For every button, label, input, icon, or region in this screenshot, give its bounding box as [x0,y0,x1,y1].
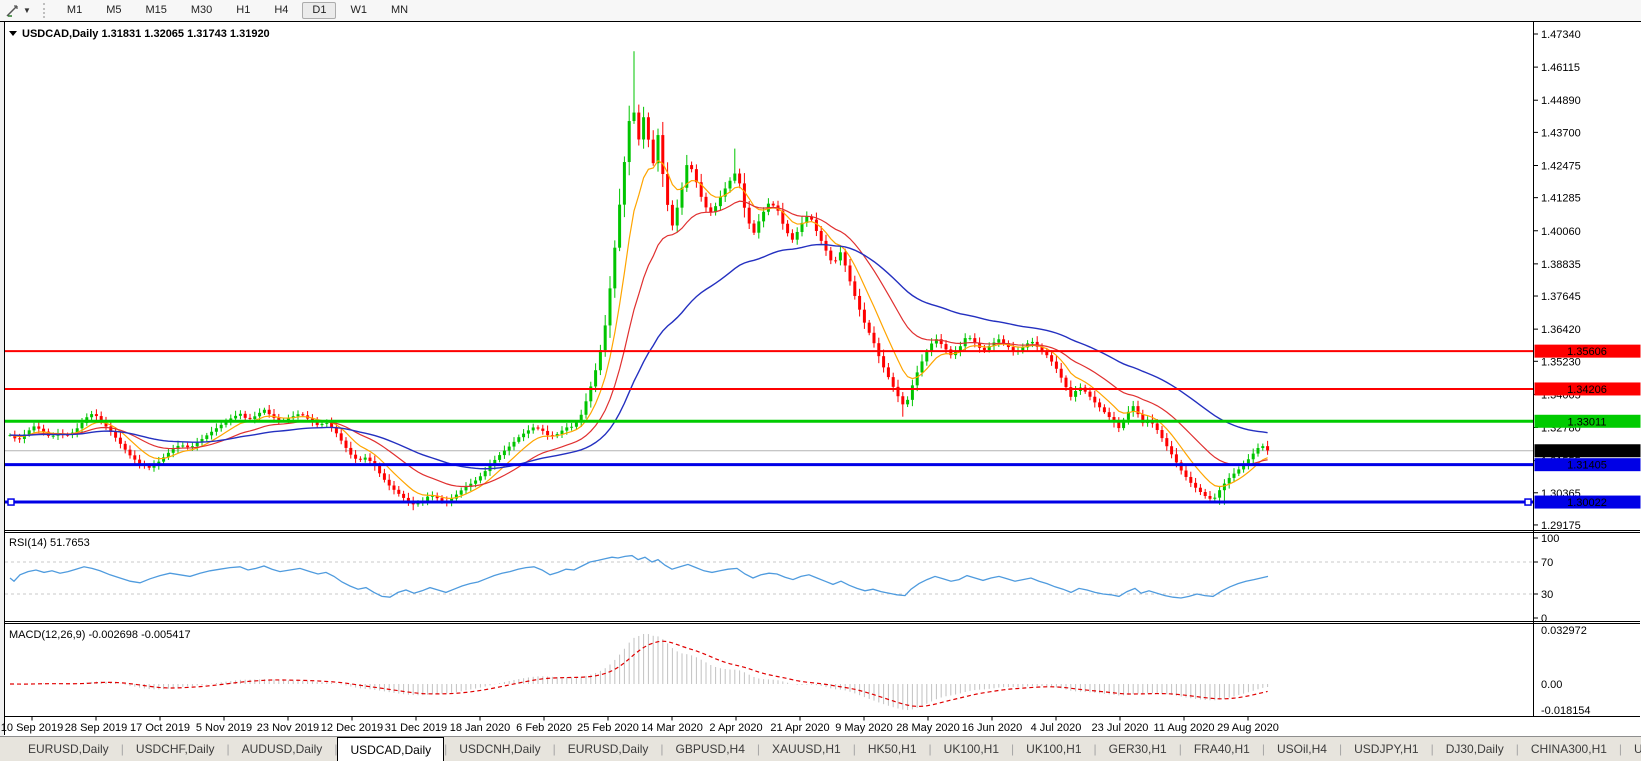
svg-text:100: 100 [1541,533,1559,545]
current-price-badge: 1.31920 [1534,444,1641,458]
svg-text:70: 70 [1541,557,1553,569]
mt4-window: ▼ M1 M5 M15 M30 H1 H4 D1 W1 MN 1.47340 1.46115 1.4… [0,0,1641,761]
timeframe-button-H4[interactable]: H4 [264,2,298,19]
svg-text:1.41285: 1.41285 [1541,193,1581,205]
line-studies-icon [6,4,18,17]
svg-text:1.46115: 1.46115 [1541,62,1580,74]
svg-text:1.36420: 1.36420 [1541,324,1581,336]
svg-text:1.29175: 1.29175 [1541,520,1581,532]
chart-tab-UK100-H1[interactable]: UK100,H1 [1014,737,1093,761]
svg-text:18 Jan 2020: 18 Jan 2020 [450,722,511,734]
timeframe-button-W1[interactable]: W1 [340,2,377,19]
chart-tab-USDJPY-H1[interactable]: USDJPY,H1 [1342,737,1430,761]
chart-tab-USDCAD-Daily[interactable]: USDCAD,Daily [337,737,445,761]
toolbar-grip [42,3,48,18]
svg-text:6 Feb 2020: 6 Feb 2020 [516,722,572,734]
svg-text:1.35606: 1.35606 [1567,346,1607,358]
svg-text:1.34206: 1.34206 [1567,384,1607,396]
svg-text:28 Sep 2019: 28 Sep 2019 [65,722,127,734]
chart-tab-FRA40-H1[interactable]: FRA40,H1 [1182,737,1262,761]
chart-canvas[interactable]: 1.47340 1.46115 1.44890 1.43700 1.42475 1.412… [0,21,1641,736]
timeframe-button-group: M1 M5 M15 M30 H1 H4 D1 W1 MN [55,2,420,19]
svg-text:0: 0 [1541,613,1547,625]
chart-tab-GER30-H1[interactable]: GER30,H1 [1097,737,1179,761]
chart-tab-bar: EURUSD,Daily | USDCHF,Daily | AUDUSD,Daily | U… [0,736,1641,761]
timeframe-button-MN[interactable]: MN [381,2,418,19]
svg-text:1.33011: 1.33011 [1568,416,1607,428]
timeframe-button-M5[interactable]: M5 [96,2,131,19]
svg-text:14 Mar 2020: 14 Mar 2020 [641,722,703,734]
svg-text:16 Jun 2020: 16 Jun 2020 [962,722,1023,734]
chart-tab-XAUUSD-H1[interactable]: XAUUSD,H1 [760,737,853,761]
svg-text:5 Nov 2019: 5 Nov 2019 [196,722,252,734]
svg-text:1.44890: 1.44890 [1541,95,1581,107]
svg-text:9 May 2020: 9 May 2020 [835,722,892,734]
svg-text:1.43700: 1.43700 [1541,127,1581,139]
svg-text:1.30022: 1.30022 [1567,497,1607,509]
price-badge-1.34206: 1.34206 [1534,382,1641,396]
hline-handle-left[interactable] [7,498,15,506]
symbol-ohlc-readout: USDCAD,Daily 1.31831 1.32065 1.31743 1.3… [22,28,270,40]
svg-text:1.47340: 1.47340 [1541,29,1581,41]
toolbar: ▼ M1 M5 M15 M30 H1 H4 D1 W1 MN [0,0,1641,21]
svg-text:0.032972: 0.032972 [1541,625,1587,637]
svg-text:1.37645: 1.37645 [1541,291,1581,303]
chart-tab-EURUSD-Daily[interactable]: EURUSD,Daily [556,737,661,761]
price-badge-1.33011: 1.33011 [1534,414,1641,428]
svg-text:23 Nov 2019: 23 Nov 2019 [257,722,319,734]
svg-text:28 May 2020: 28 May 2020 [896,722,960,734]
chart-tab-AUDUSD-Daily[interactable]: AUDUSD,Daily [230,737,335,761]
svg-text:17 Oct 2019: 17 Oct 2019 [130,722,190,734]
chart-tab-EURUSD-Daily[interactable]: EURUSD,Daily [16,737,121,761]
svg-text:-0.018154: -0.018154 [1541,705,1591,717]
chart-tab-USDCHF-Daily[interactable]: USDCHF,Daily [124,737,227,761]
chart-area: 1.47340 1.46115 1.44890 1.43700 1.42475 1.412… [0,21,1641,736]
chart-tab-CHINA300-H1[interactable]: CHINA300,H1 [1519,737,1619,761]
svg-text:10 Sep 2019: 10 Sep 2019 [1,722,63,734]
svg-text:1.38835: 1.38835 [1541,259,1581,271]
price-badge-1.35606: 1.35606 [1534,344,1641,358]
hline-handle-right[interactable] [1524,498,1532,506]
line-studies-tool-button[interactable]: ▼ [2,1,34,20]
chart-background [0,21,1641,736]
timeframe-button-M1[interactable]: M1 [57,2,92,19]
macd-indicator-label: MACD(12,26,9) -0.002698 -0.005417 [9,629,191,641]
svg-text:1.40060: 1.40060 [1541,226,1581,238]
svg-text:21 Apr 2020: 21 Apr 2020 [770,722,829,734]
svg-text:29 Aug 2020: 29 Aug 2020 [1217,722,1279,734]
timeframe-button-M15[interactable]: M15 [135,2,176,19]
svg-text:1.31405: 1.31405 [1567,460,1607,472]
svg-text:23 Jul 2020: 23 Jul 2020 [1092,722,1149,734]
chart-tab-GBPUSD-H4[interactable]: GBPUSD,H4 [664,737,757,761]
svg-text:4 Jul 2020: 4 Jul 2020 [1031,722,1082,734]
price-badge-1.30022: 1.30022 [1534,495,1641,509]
svg-text:1.42475: 1.42475 [1541,160,1581,172]
svg-text:12 Dec 2019: 12 Dec 2019 [321,722,383,734]
dropdown-caret-icon: ▼ [23,5,31,15]
chart-tab-UK100-H1[interactable]: UK100,H1 [932,737,1011,761]
chart-tab-DJ30-Daily[interactable]: DJ30,Daily [1434,737,1516,761]
chart-tab-HK50-H1[interactable]: HK50,H1 [856,737,929,761]
chart-tab-USOil-H4[interactable]: USOil,H4 [1265,737,1339,761]
rsi-indicator-label: RSI(14) 51.7653 [9,537,90,549]
svg-text:2 Apr 2020: 2 Apr 2020 [709,722,762,734]
svg-text:30: 30 [1541,589,1553,601]
svg-text:11 Aug 2020: 11 Aug 2020 [1154,722,1215,734]
timeframe-button-D1[interactable]: D1 [302,2,337,19]
svg-text:25 Feb 2020: 25 Feb 2020 [577,722,639,734]
chart-tab-USDCNH-Daily[interactable]: USDCNH,Daily [447,737,552,761]
timeframe-button-M30[interactable]: M30 [181,2,222,19]
left-margin [0,21,4,736]
price-badge-1.31405: 1.31405 [1534,458,1641,472]
timeframe-button-H1[interactable]: H1 [226,2,260,19]
svg-text:31 Dec 2019: 31 Dec 2019 [385,722,447,734]
svg-text:1.31920: 1.31920 [1567,446,1607,458]
svg-text:0.00: 0.00 [1541,679,1562,691]
chart-tab-USOil-H1[interactable]: USOil,H1 [1622,737,1641,761]
